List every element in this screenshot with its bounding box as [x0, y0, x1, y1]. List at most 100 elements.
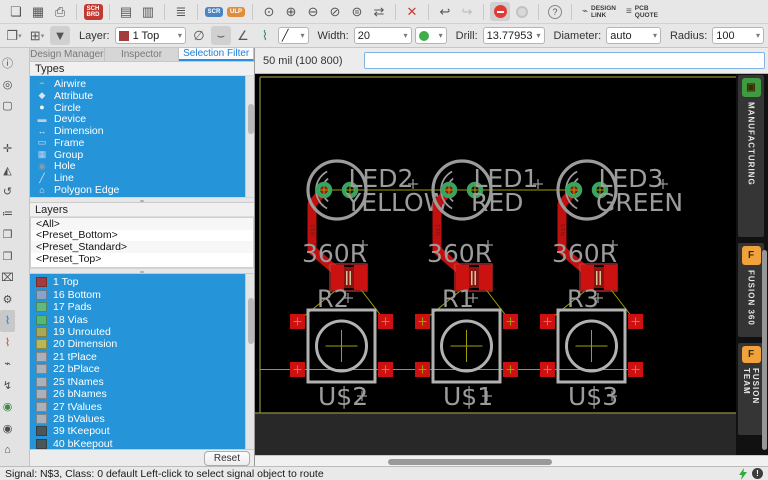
- zoom-out-icon[interactable]: ⊖: [303, 2, 323, 21]
- type-item-device[interactable]: ▬Device: [30, 113, 254, 125]
- zoom-fit-icon[interactable]: ⊙: [259, 2, 279, 21]
- via-shape-icon: [419, 31, 429, 41]
- round-bend-icon[interactable]: ⌣: [211, 26, 231, 45]
- rotate-icon[interactable]: ↺: [0, 181, 15, 203]
- mirror-icon[interactable]: ◭: [0, 160, 15, 182]
- layer-item-28-bvalues[interactable]: 28 bValues: [30, 413, 254, 425]
- diameter-select[interactable]: auto ▾: [606, 27, 661, 44]
- layer-item-18-vias[interactable]: 18 Vias: [30, 313, 254, 325]
- pcb-quote-button[interactable]: ≡PCBQUOTE: [622, 2, 662, 21]
- design-link-button[interactable]: ⌁DESIGNLINK: [578, 2, 620, 21]
- zoom-select-icon[interactable]: ⊘: [325, 2, 345, 21]
- layer-item-17-pads[interactable]: 17 Pads: [30, 301, 254, 313]
- tab-design-manager[interactable]: Design Manager: [30, 48, 105, 61]
- layer-preset-item[interactable]: <Preset_Bottom>: [31, 230, 253, 242]
- type-item-polygon-edge[interactable]: ⌂Polygon Edge: [30, 184, 254, 196]
- save-icon[interactable]: ▦: [28, 2, 48, 21]
- via-shape-select[interactable]: ▾: [415, 27, 447, 44]
- layer-item-40-bkeepout[interactable]: 40 bKeepout: [30, 438, 254, 449]
- layer-preset-item[interactable]: <Preset_Standard>: [31, 241, 253, 253]
- layer-item-39-tkeepout[interactable]: 39 tKeepout: [30, 425, 254, 437]
- layers-scrollbar[interactable]: [245, 274, 254, 449]
- no-bend-icon[interactable]: ∅: [189, 26, 209, 45]
- bend-select[interactable]: ╱ ▾: [278, 27, 309, 44]
- route-icon[interactable]: ⌇: [0, 310, 15, 332]
- zoom-previous-icon[interactable]: ⊜: [347, 2, 367, 21]
- type-item-hole[interactable]: ◉Hole: [30, 161, 254, 173]
- dock-tab-fusion-360[interactable]: FFUSION 360: [738, 243, 764, 337]
- stop-button[interactable]: [490, 2, 510, 21]
- canvas-vertical-scrollbar[interactable]: [762, 250, 767, 450]
- go-button[interactable]: [512, 2, 532, 21]
- cancel-icon[interactable]: ✕: [402, 2, 422, 21]
- route-alt-icon[interactable]: ⌁: [0, 353, 15, 375]
- tab-inspector[interactable]: Inspector: [105, 48, 180, 61]
- type-item-attribute[interactable]: ◆Attribute: [30, 90, 254, 102]
- layer-item-26-bnames[interactable]: 26 bNames: [30, 388, 254, 400]
- layer-item-21-tplace[interactable]: 21 tPlace: [30, 351, 254, 363]
- reset-button[interactable]: Reset: [204, 451, 250, 466]
- unroute-icon[interactable]: ⌇: [0, 332, 15, 354]
- panel-splitter[interactable]: [30, 197, 254, 203]
- layer-visibility-icon[interactable]: ❐▾: [4, 26, 24, 45]
- type-item-dimension[interactable]: ↔Dimension: [30, 125, 254, 137]
- layer-preset-item[interactable]: <All>: [31, 218, 253, 230]
- info-icon[interactable]: ⓘ: [0, 52, 15, 74]
- layer-item-1-top[interactable]: 1 Top: [30, 276, 254, 288]
- dock-tab-manufacturing[interactable]: ▣MANUFACTURING: [738, 75, 764, 237]
- command-input[interactable]: [364, 52, 765, 69]
- help-icon[interactable]: ?: [545, 2, 565, 21]
- change-icon[interactable]: ⚙: [0, 289, 15, 311]
- ulp-badge[interactable]: ULP: [226, 2, 246, 21]
- library-icon[interactable]: ≣: [171, 2, 191, 21]
- assembly-variant-icon[interactable]: ▥: [138, 2, 158, 21]
- type-item-group[interactable]: ▦Group: [30, 149, 254, 161]
- layer-item-16-bottom[interactable]: 16 Bottom: [30, 288, 254, 300]
- layer-item-27-tvalues[interactable]: 27 tValues: [30, 400, 254, 412]
- layer-item-20-dimension[interactable]: 20 Dimension: [30, 338, 254, 350]
- types-scrollbar[interactable]: [245, 76, 254, 197]
- layer-item-25-tnames[interactable]: 25 tNames: [30, 376, 254, 388]
- grid-icon[interactable]: ⊞▾: [27, 26, 47, 45]
- redraw-icon[interactable]: ⇄: [369, 2, 389, 21]
- pcb-canvas[interactable]: N$2N$2N$2LED2YELLOW360RR2U$2N$1N$1N$1LED…: [255, 74, 736, 455]
- layer-preset-item[interactable]: <Preset_Top>: [31, 253, 253, 265]
- layer-item-22-bplace[interactable]: 22 bPlace: [30, 363, 254, 375]
- type-item-circle[interactable]: ●Circle: [30, 102, 254, 114]
- copy-icon[interactable]: ❐: [0, 224, 15, 246]
- paste-icon[interactable]: ❒: [0, 246, 15, 268]
- print-icon[interactable]: ⎙: [50, 2, 70, 21]
- pad-icon[interactable]: ◉: [0, 418, 15, 440]
- alert-icon[interactable]: !: [752, 468, 763, 479]
- tab-selection-filter[interactable]: Selection Filter: [179, 48, 254, 61]
- dock-tab-fusion-team[interactable]: FFUSION TEAM: [738, 343, 764, 435]
- drill-select[interactable]: 13.77953 ▾: [483, 27, 545, 44]
- type-item-frame[interactable]: ▭Frame: [30, 137, 254, 149]
- canvas-horizontal-scrollbar[interactable]: [255, 455, 768, 466]
- miter-bend-icon[interactable]: ∠: [233, 26, 253, 45]
- name-icon[interactable]: ≔: [0, 203, 15, 225]
- radius-select[interactable]: 100 ▾: [712, 27, 764, 44]
- new-file-icon[interactable]: ❏: [6, 2, 26, 21]
- eye-icon[interactable]: ◎: [0, 74, 15, 96]
- move-icon[interactable]: ✛: [0, 138, 15, 160]
- walkaround-icon[interactable]: ⌇: [255, 26, 275, 45]
- select-icon[interactable]: ▢: [0, 95, 15, 117]
- filter-icon[interactable]: ▼: [50, 26, 70, 45]
- fab-output-icon[interactable]: ▤: [116, 2, 136, 21]
- width-select[interactable]: 20 ▾: [354, 27, 412, 44]
- scr-script-badge[interactable]: SCR: [204, 2, 224, 21]
- hscroll-thumb[interactable]: [388, 459, 552, 465]
- layer-select[interactable]: 1 Top ▾: [115, 27, 186, 44]
- via-icon[interactable]: ◉: [0, 396, 15, 418]
- sch-brd-swap-icon[interactable]: SCHBRD: [83, 2, 103, 21]
- layer-item-19-unrouted[interactable]: 19 Unrouted: [30, 326, 254, 338]
- polygon-icon[interactable]: ⌂: [0, 439, 15, 461]
- redo-icon[interactable]: ↪: [457, 2, 477, 21]
- type-item-line[interactable]: ╱Line: [30, 172, 254, 184]
- delete-icon[interactable]: ⌧: [0, 267, 15, 289]
- zoom-in-icon[interactable]: ⊕: [281, 2, 301, 21]
- undo-icon[interactable]: ↩: [435, 2, 455, 21]
- ripup-icon[interactable]: ↯: [0, 375, 15, 397]
- type-item-airwire[interactable]: ⌁Airwire: [30, 78, 254, 90]
